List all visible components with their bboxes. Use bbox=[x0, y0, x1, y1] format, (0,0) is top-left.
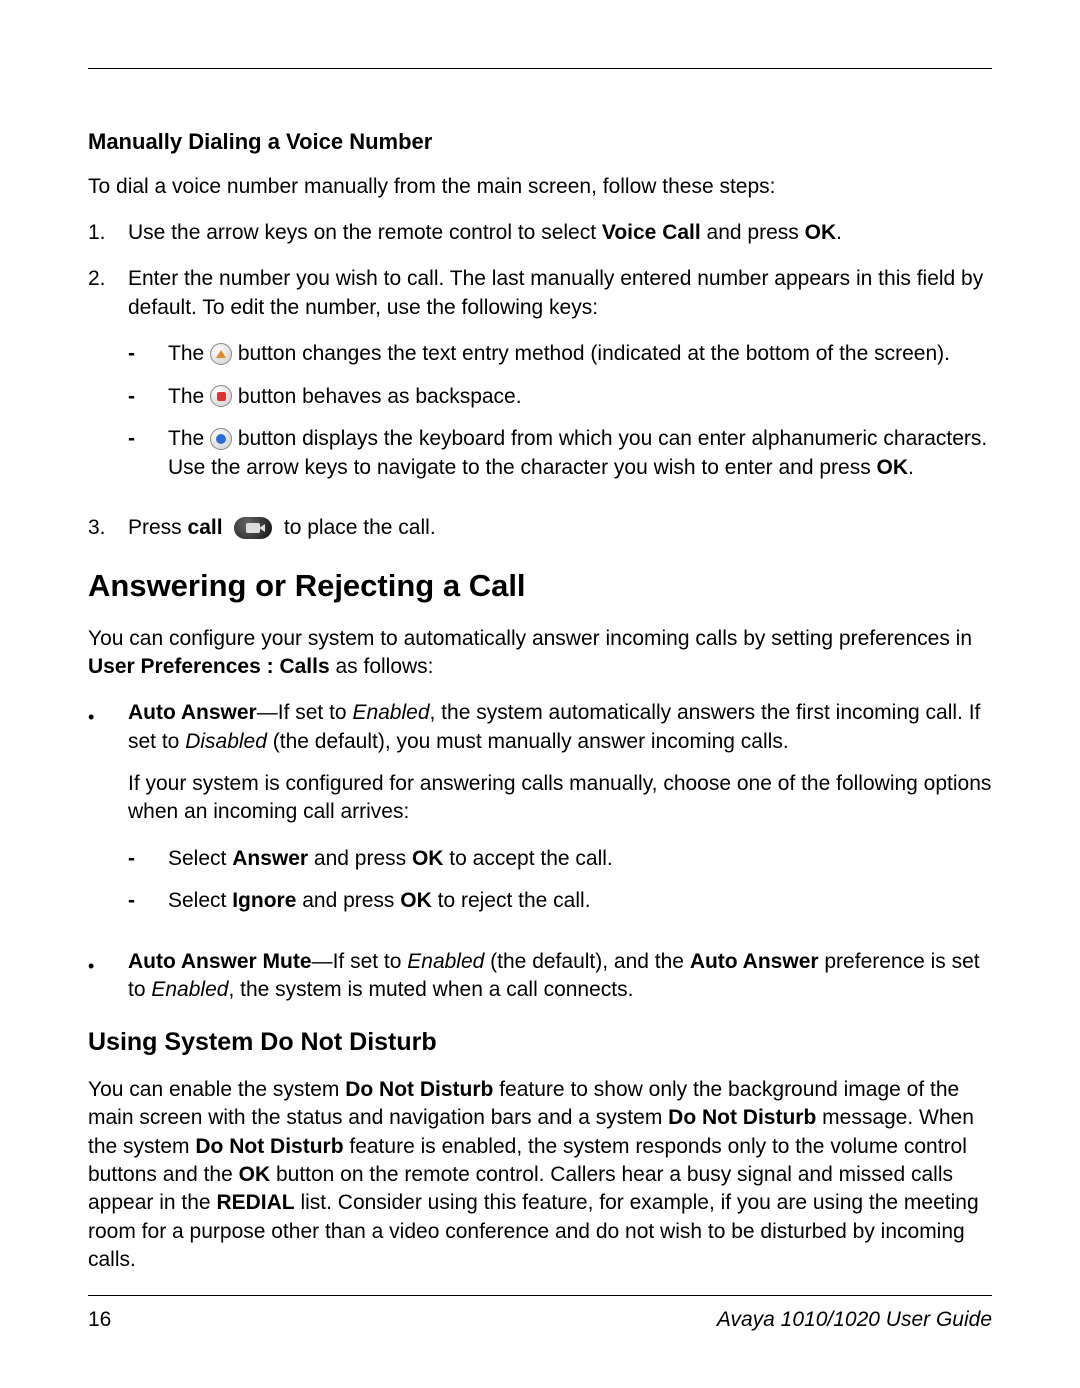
paragraph-dnd: You can enable the system Do Not Disturb… bbox=[88, 1076, 992, 1274]
page-content: Manually Dialing a Voice Number To dial … bbox=[88, 127, 992, 1274]
step-number: 3. bbox=[88, 514, 128, 543]
text-bold: Auto Answer bbox=[690, 950, 819, 973]
text-bold: Answer bbox=[232, 847, 308, 870]
text: Use the arrow keys on the remote control… bbox=[128, 221, 602, 244]
footer-rule bbox=[88, 1295, 992, 1296]
dash-bullet: - bbox=[128, 887, 168, 915]
text: Press bbox=[128, 516, 188, 539]
text-bold: Auto Answer bbox=[128, 701, 257, 724]
bullet-icon bbox=[88, 699, 128, 929]
list-item-body: Select Answer and press OK to accept the… bbox=[168, 845, 992, 873]
text-italic: Enabled bbox=[407, 950, 484, 973]
text: (the default), you must manually answer … bbox=[267, 730, 789, 753]
text: You can enable the system bbox=[88, 1078, 345, 1101]
text: , the system is muted when a call connec… bbox=[228, 978, 633, 1001]
key-list: - The button changes the text entry meth… bbox=[128, 340, 992, 482]
text: to reject the call. bbox=[432, 889, 591, 912]
list-item-body: Select Ignore and press OK to reject the… bbox=[168, 887, 992, 915]
text-bold: REDIAL bbox=[216, 1191, 294, 1214]
text-italic: Enabled bbox=[352, 701, 429, 724]
step-body: Press call to place the call. bbox=[128, 514, 992, 543]
dash-bullet: - bbox=[128, 425, 168, 482]
step-number: 2. bbox=[88, 265, 128, 496]
heading-manual-dial: Manually Dialing a Voice Number bbox=[88, 127, 992, 157]
heading-answer-reject: Answering or Rejecting a Call bbox=[88, 565, 992, 607]
list-item-body: Auto Answer Mute—If set to Enabled (the … bbox=[128, 948, 992, 1005]
text: and press bbox=[296, 889, 400, 912]
dash-bullet: - bbox=[128, 383, 168, 412]
text-bold: Do Not Disturb bbox=[195, 1135, 343, 1158]
bullet-icon bbox=[88, 948, 128, 1005]
dash-bullet: - bbox=[128, 340, 168, 369]
text: The bbox=[168, 385, 210, 408]
text: button changes the text entry method (in… bbox=[232, 342, 950, 365]
text-bold: Auto Answer Mute bbox=[128, 950, 312, 973]
manual-answer-options: - Select Answer and press OK to accept t… bbox=[128, 845, 992, 916]
intro-manual-dial: To dial a voice number manually from the… bbox=[88, 173, 992, 201]
text: and press bbox=[308, 847, 412, 870]
step-body: Use the arrow keys on the remote control… bbox=[128, 219, 992, 247]
red-square-button-icon bbox=[210, 381, 232, 409]
text: button displays the keyboard from which … bbox=[168, 427, 987, 479]
step-body: Enter the number you wish to call. The l… bbox=[128, 265, 992, 496]
sub-paragraph: If your system is configured for answeri… bbox=[128, 770, 992, 827]
text: as follows: bbox=[330, 655, 434, 678]
text: The bbox=[168, 342, 210, 365]
text-bold: Do Not Disturb bbox=[345, 1078, 493, 1101]
intro-answer-reject: You can configure your system to automat… bbox=[88, 625, 992, 682]
text: Select bbox=[168, 889, 232, 912]
step-number: 1. bbox=[88, 219, 128, 247]
text: —If set to bbox=[257, 701, 353, 724]
answer-options-list: Auto Answer—If set to Enabled, the syste… bbox=[88, 699, 992, 1004]
call-button-icon bbox=[234, 513, 272, 541]
list-item-body: The button changes the text entry method… bbox=[168, 340, 992, 369]
text: button behaves as backspace. bbox=[232, 385, 522, 408]
text: Enter the number you wish to call. The l… bbox=[128, 267, 983, 318]
text-bold: OK bbox=[400, 889, 432, 912]
list-item-body: The button displays the keyboard from wh… bbox=[168, 425, 992, 482]
manual-dial-steps: 1. Use the arrow keys on the remote cont… bbox=[88, 219, 992, 543]
orange-triangle-button-icon bbox=[210, 338, 232, 366]
text: (the default), and the bbox=[484, 950, 689, 973]
heading-dnd: Using System Do Not Disturb bbox=[88, 1026, 992, 1060]
text: —If set to bbox=[312, 950, 408, 973]
text: You can configure your system to automat… bbox=[88, 627, 972, 650]
text-bold: OK bbox=[239, 1163, 271, 1186]
text: . bbox=[908, 456, 914, 479]
dash-bullet: - bbox=[128, 845, 168, 873]
blue-circle-button-icon bbox=[210, 424, 232, 452]
text: The bbox=[168, 427, 210, 450]
text: Select bbox=[168, 847, 232, 870]
text-bold: OK bbox=[877, 456, 909, 479]
text-italic: Disabled bbox=[185, 730, 267, 753]
text: and press bbox=[701, 221, 805, 244]
text: to place the call. bbox=[278, 516, 436, 539]
text-bold: Voice Call bbox=[602, 221, 701, 244]
text-italic: Enabled bbox=[151, 978, 228, 1001]
page-number: 16 bbox=[88, 1308, 111, 1332]
text-bold: OK bbox=[412, 847, 444, 870]
header-rule bbox=[88, 68, 992, 69]
page-footer: 16 Avaya 1010/1020 User Guide bbox=[88, 1295, 992, 1332]
document-title: Avaya 1010/1020 User Guide bbox=[717, 1308, 992, 1332]
list-item-body: Auto Answer—If set to Enabled, the syste… bbox=[128, 699, 992, 929]
list-item-body: The button behaves as backspace. bbox=[168, 383, 992, 412]
text-bold: call bbox=[188, 516, 223, 539]
text: to accept the call. bbox=[443, 847, 612, 870]
text-bold: User Preferences : Calls bbox=[88, 655, 330, 678]
text-bold: OK bbox=[805, 221, 837, 244]
text: . bbox=[836, 221, 842, 244]
text-bold: Ignore bbox=[232, 889, 296, 912]
text-bold: Do Not Disturb bbox=[668, 1106, 816, 1129]
